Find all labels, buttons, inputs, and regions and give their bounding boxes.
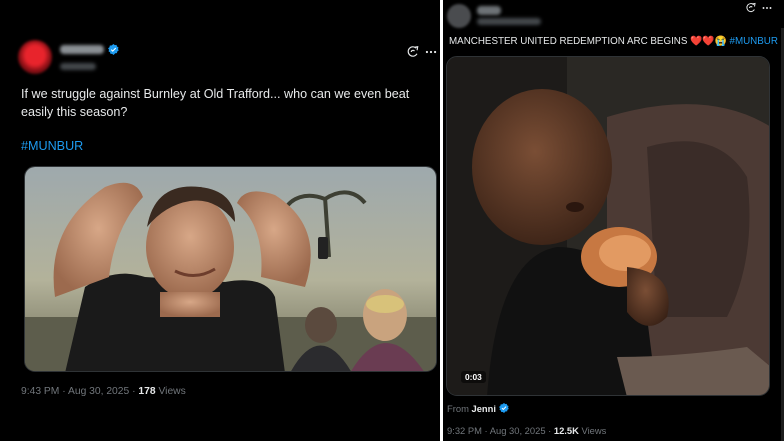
source-account-link[interactable]: Jenni (471, 403, 496, 414)
left-author-handle-blurred[interactable] (60, 63, 96, 70)
verified-badge-icon (498, 403, 509, 413)
left-post-date[interactable]: Aug 30, 2025 (68, 386, 129, 397)
right-post-emojis: ❤️❤️😭 (690, 36, 727, 47)
grok-icon[interactable] (745, 2, 757, 14)
right-post-time[interactable]: 9:32 PM (447, 425, 482, 436)
video-duration: 0:03 (461, 371, 486, 383)
right-views-count: 12.5K (553, 425, 579, 436)
right-author-avatar[interactable] (447, 4, 471, 28)
right-post-date[interactable]: Aug 30, 2025 (490, 425, 546, 436)
right-post-meta: 9:32 PM · Aug 30, 2025 · 12.5K Views (447, 425, 606, 436)
left-post-text: If we struggle against Burnley at Old Tr… (21, 87, 410, 119)
more-icon[interactable] (761, 2, 773, 14)
meta-separator: · (548, 425, 552, 436)
left-post-image[interactable] (24, 166, 437, 372)
more-icon[interactable] (424, 45, 438, 59)
left-views-label: Views (158, 386, 186, 397)
right-post-video[interactable]: 0:03 (446, 56, 770, 396)
right-post-text: MANCHESTER UNITED REDEMPTION ARC BEGINS … (449, 36, 778, 47)
left-views-count: 178 (138, 386, 156, 397)
grok-icon[interactable] (406, 45, 420, 59)
right-hashtag-link[interactable]: #MUNBUR (730, 36, 778, 47)
from-label: From (447, 403, 469, 414)
right-author-name-blurred[interactable] (477, 6, 501, 15)
left-post-time[interactable]: 9:43 PM (21, 386, 59, 397)
right-post: MANCHESTER UNITED REDEMPTION ARC BEGINS … (443, 0, 784, 441)
left-post: If we struggle against Burnley at Old Tr… (0, 0, 440, 441)
right-post-body: MANCHESTER UNITED REDEMPTION ARC BEGINS (449, 36, 688, 47)
left-post-meta: 9:43 PM · Aug 30, 2025 · 178 Views (21, 386, 186, 397)
video-source: From Jenni (447, 403, 509, 414)
left-hashtag-link[interactable]: #MUNBUR (21, 139, 83, 153)
verified-badge-icon (108, 44, 119, 55)
meta-separator: · (132, 386, 136, 397)
crying-toddler-video-frame (447, 57, 769, 395)
man-hands-on-head-photo (25, 167, 436, 371)
meta-separator: · (484, 425, 488, 436)
left-author-name-blurred[interactable] (60, 45, 104, 54)
meta-separator: · (62, 386, 66, 397)
right-author-handle-blurred[interactable] (477, 18, 541, 25)
left-author-avatar[interactable] (18, 40, 52, 74)
right-views-label: Views (581, 425, 607, 436)
